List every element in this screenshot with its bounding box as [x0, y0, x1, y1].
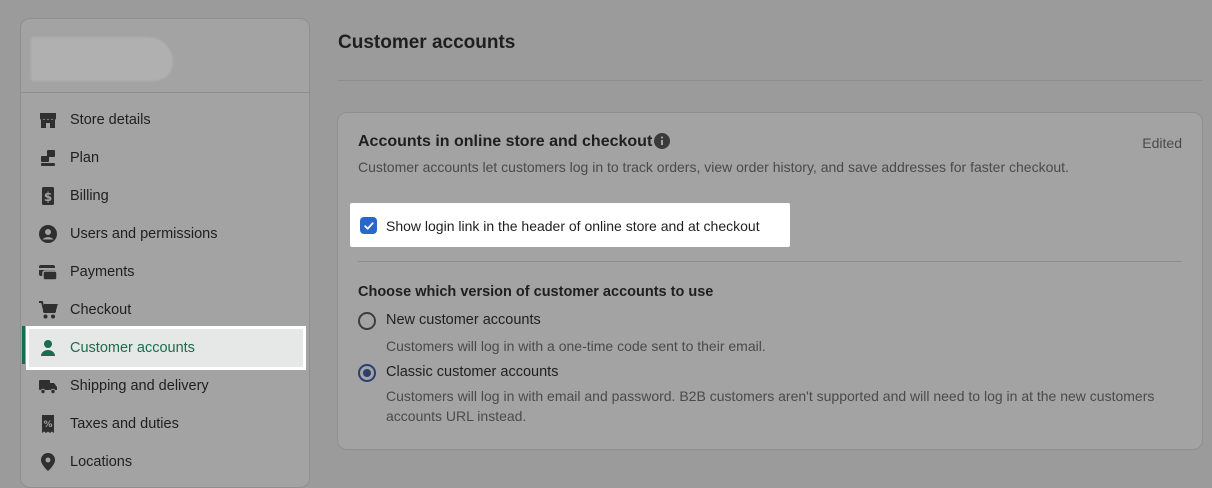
- sidebar-item-label: Users and permissions: [70, 226, 218, 242]
- sidebar-item-label: Customer accounts: [70, 340, 195, 356]
- accounts-card: Accounts in online store and checkout Ed…: [337, 112, 1203, 450]
- payments-icon: [38, 262, 58, 282]
- login-link-option[interactable]: Show login link in the header of online …: [350, 203, 790, 247]
- tax-receipt-icon: %: [38, 414, 58, 434]
- svg-text:$: $: [44, 190, 52, 204]
- plan-icon: [38, 148, 58, 168]
- sidebar-item-label: Taxes and duties: [70, 416, 179, 432]
- sidebar-item-label: Billing: [70, 188, 109, 204]
- svg-text:%: %: [43, 420, 52, 430]
- classic-accounts-radio[interactable]: [358, 364, 376, 382]
- new-accounts-label[interactable]: New customer accounts: [386, 312, 541, 328]
- page-title: Customer accounts: [338, 32, 516, 53]
- section-divider: [358, 261, 1182, 262]
- sidebar-item-plan[interactable]: Plan: [21, 139, 309, 177]
- title-divider: [338, 80, 1202, 81]
- classic-accounts-label[interactable]: Classic customer accounts: [386, 364, 558, 380]
- sidebar-item-label: Checkout: [70, 302, 132, 318]
- sidebar-item-shipping[interactable]: Shipping and delivery: [21, 367, 309, 405]
- login-link-checkbox[interactable]: [360, 217, 377, 234]
- new-accounts-description: Customers will log in with a one-time co…: [386, 338, 766, 354]
- sidebar-item-label: Payments: [70, 264, 135, 280]
- sidebar-item-store-details[interactable]: Store details: [21, 101, 309, 139]
- settings-nav: Store details Plan $ Billing Users and p…: [21, 93, 309, 481]
- sidebar-item-checkout[interactable]: Checkout: [21, 291, 309, 329]
- sidebar-item-customer-accounts[interactable]: Customer accounts: [29, 329, 303, 367]
- sidebar-item-label: Locations: [70, 454, 133, 470]
- active-indicator: [22, 326, 25, 364]
- new-accounts-radio[interactable]: [358, 312, 376, 330]
- sidebar-item-locations[interactable]: Locations: [21, 443, 309, 481]
- login-link-label: Show login link in the header of online …: [386, 218, 760, 234]
- store-icon: [38, 110, 58, 130]
- card-title: Accounts in online store and checkout: [358, 133, 653, 150]
- sidebar-item-users[interactable]: Users and permissions: [21, 215, 309, 253]
- sidebar-item-payments[interactable]: Payments: [21, 253, 309, 291]
- sidebar-item-label: Plan: [70, 150, 100, 166]
- sidebar-item-label: Shipping and delivery: [70, 378, 209, 394]
- edited-status: Edited: [1142, 135, 1182, 151]
- billing-icon: $: [38, 186, 58, 206]
- person-icon: [38, 338, 58, 358]
- sidebar-item-billing[interactable]: $ Billing: [21, 177, 309, 215]
- location-pin-icon: [38, 452, 58, 472]
- version-heading: Choose which version of customer account…: [358, 284, 714, 300]
- cart-icon: [38, 300, 58, 320]
- info-icon[interactable]: [653, 132, 671, 150]
- sidebar-item-taxes[interactable]: % Taxes and duties: [21, 405, 309, 443]
- settings-sidebar: Store details Plan $ Billing Users and p…: [20, 18, 310, 488]
- card-description: Customer accounts let customers log in t…: [358, 159, 1069, 175]
- checkmark-icon: [363, 221, 374, 230]
- classic-accounts-description: Customers will log in with email and pas…: [386, 388, 1155, 424]
- sidebar-item-label: Store details: [70, 112, 151, 128]
- store-logo: [31, 37, 173, 81]
- truck-icon: [38, 376, 58, 396]
- user-circle-icon: [38, 224, 58, 244]
- store-header: [21, 19, 309, 93]
